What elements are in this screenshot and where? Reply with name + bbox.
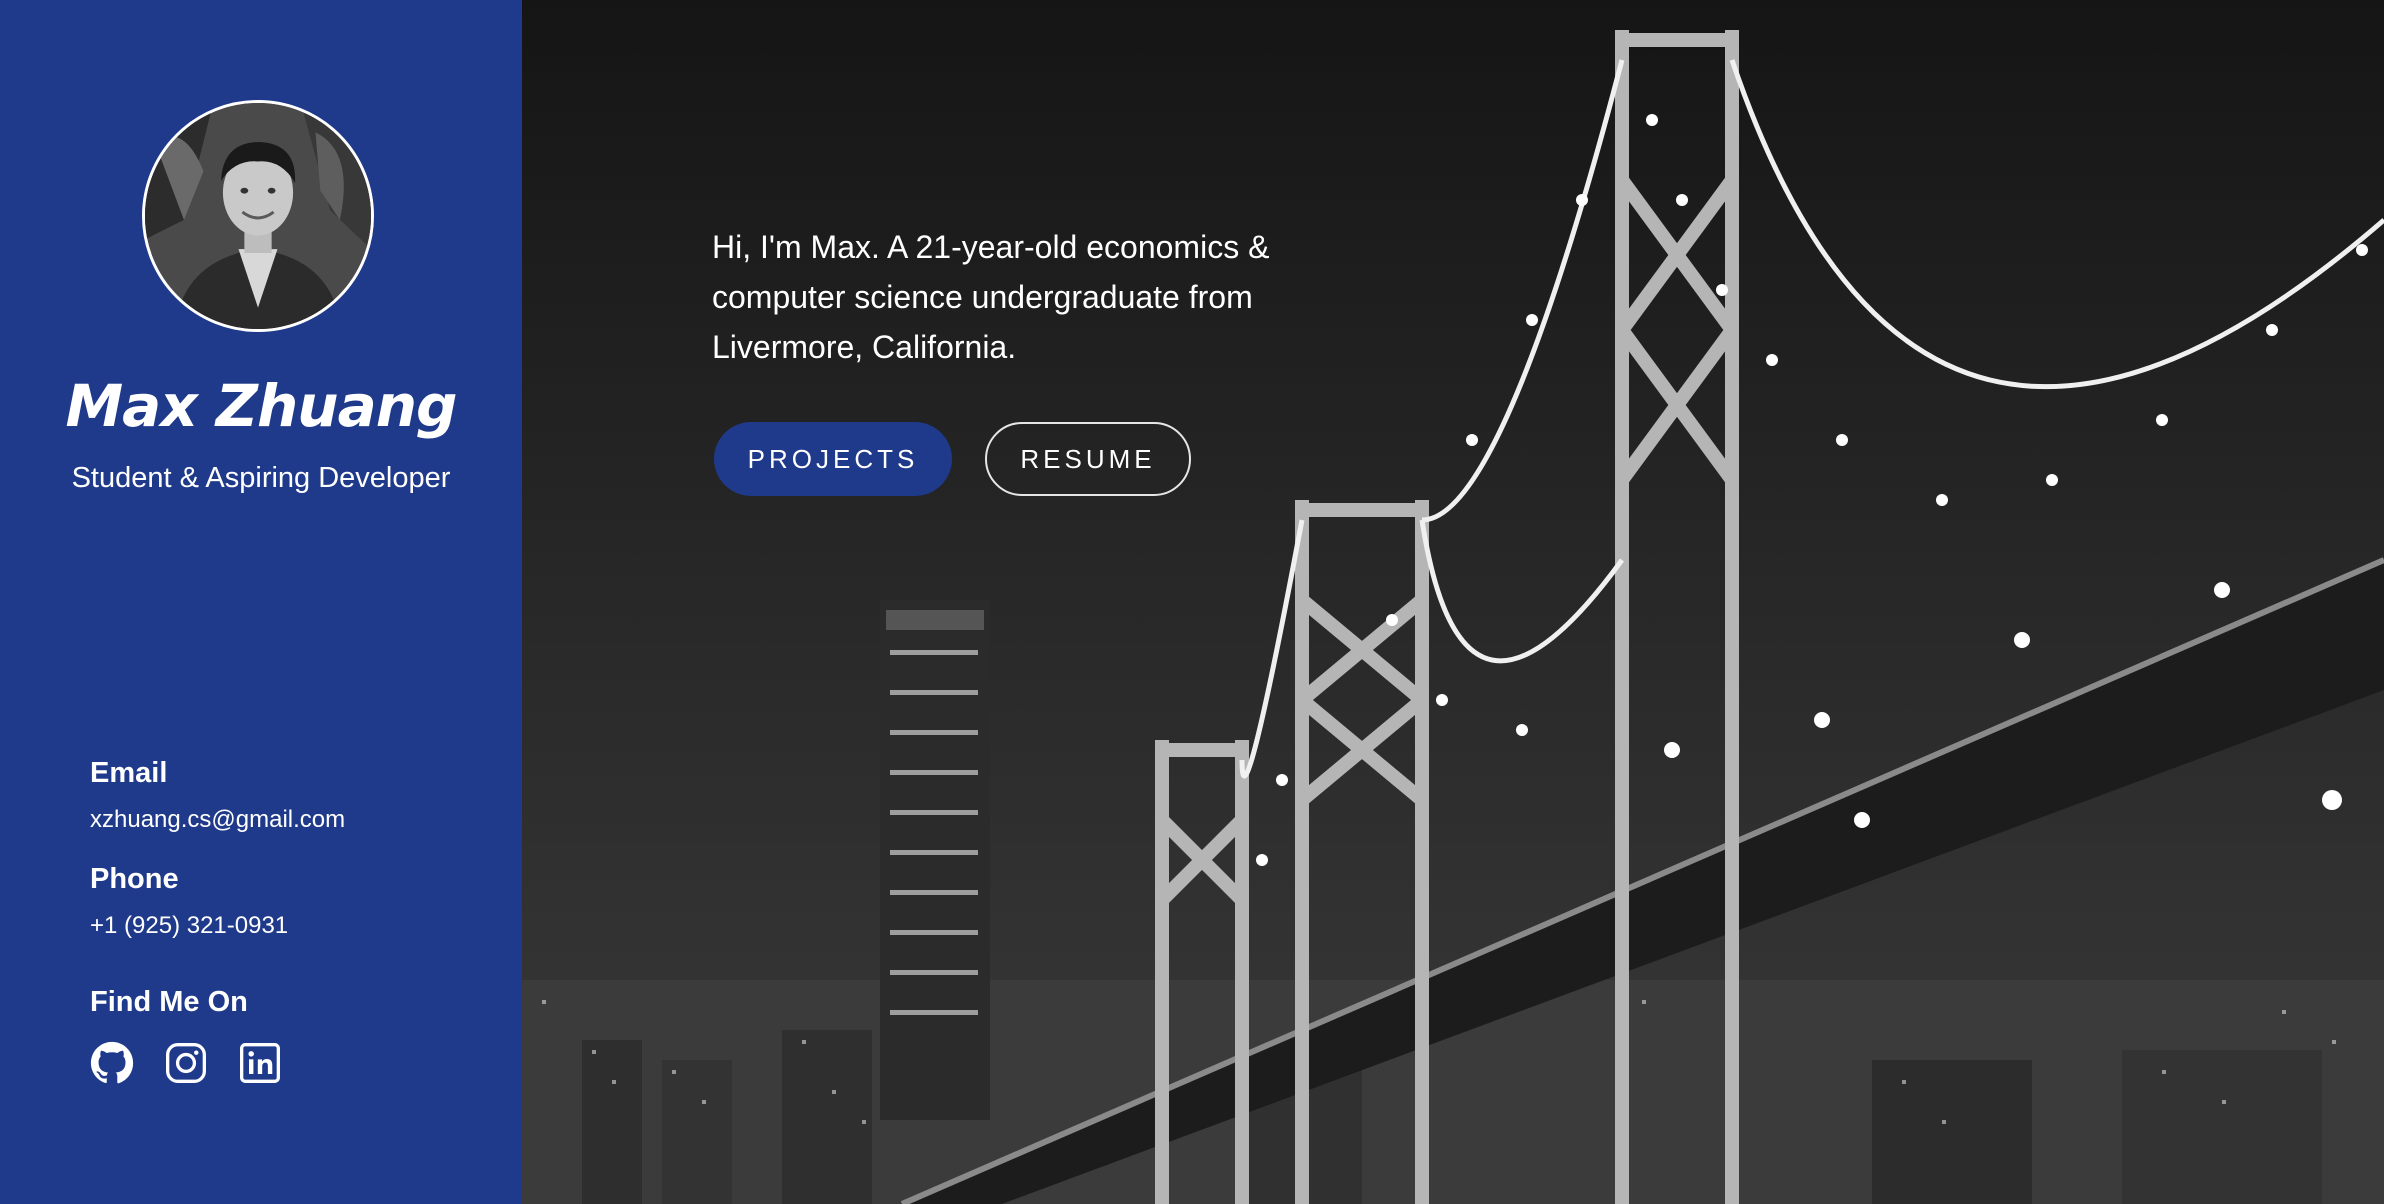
phone-value: +1 (925) 321-0931 bbox=[90, 912, 289, 939]
social-links bbox=[90, 1041, 282, 1085]
email-label: Email bbox=[90, 757, 168, 789]
email-value: xzhuang.cs@gmail.com bbox=[90, 806, 346, 833]
profile-name: Max Zhuang bbox=[65, 372, 457, 440]
sidebar: Max Zhuang Student & Aspiring Developer … bbox=[0, 0, 522, 1204]
contact-phone: Phone +1 (925) 321-0931 bbox=[90, 863, 288, 940]
bridge-night-background bbox=[522, 30, 2384, 1204]
projects-button[interactable]: PROJECTS bbox=[714, 422, 952, 496]
page: Max Zhuang Student & Aspiring Developer … bbox=[0, 0, 2384, 1204]
contact-email: Email xzhuang.cs@gmail.com bbox=[90, 757, 345, 834]
hero-section: Hi, I'm Max. A 21-year-old economics & c… bbox=[522, 0, 2384, 1204]
profile-subtitle: Student & Aspiring Developer bbox=[71, 462, 451, 494]
phone-label: Phone bbox=[90, 863, 179, 895]
resume-button[interactable]: RESUME bbox=[985, 422, 1191, 496]
social-label: Find Me On bbox=[90, 986, 248, 1018]
social-section: Find Me On bbox=[90, 986, 282, 1085]
intro-text: Hi, I'm Max. A 21-year-old economics & c… bbox=[712, 229, 1270, 365]
linkedin-icon[interactable] bbox=[238, 1041, 282, 1085]
skyscraper bbox=[880, 600, 990, 1120]
github-icon[interactable] bbox=[90, 1041, 134, 1085]
instagram-icon[interactable] bbox=[164, 1041, 208, 1085]
avatar-photo bbox=[145, 103, 371, 329]
avatar bbox=[142, 100, 374, 332]
